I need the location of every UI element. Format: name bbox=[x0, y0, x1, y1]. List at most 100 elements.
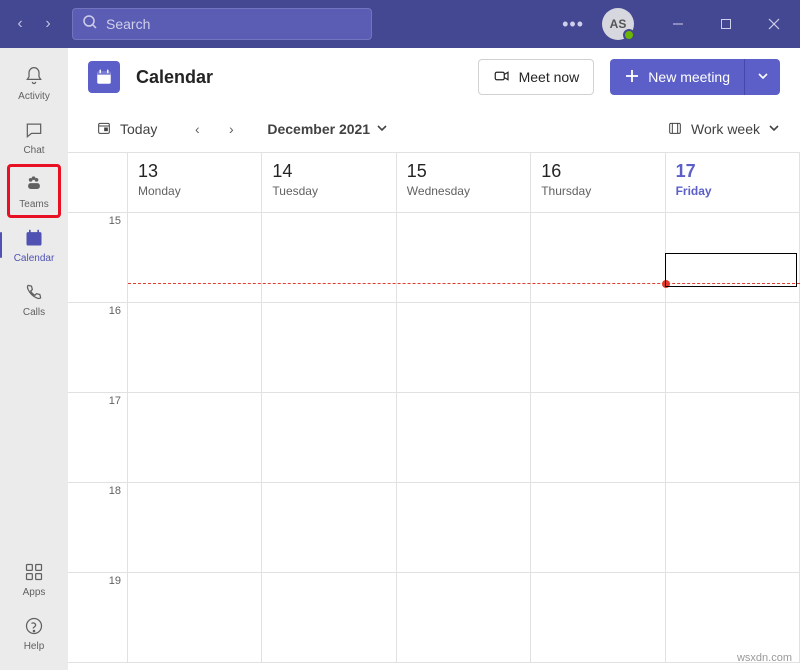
time-label: 15 bbox=[68, 213, 128, 303]
rail-item-teams[interactable]: Teams bbox=[7, 164, 61, 218]
history-nav: ‹ › bbox=[8, 12, 60, 36]
time-slot[interactable] bbox=[262, 393, 396, 483]
new-meeting-dropdown[interactable] bbox=[744, 59, 780, 95]
new-meeting-button[interactable]: New meeting bbox=[610, 59, 744, 95]
time-slot[interactable] bbox=[666, 303, 800, 393]
today-label: Today bbox=[120, 121, 157, 137]
calendar-grid: 13Monday 14Tuesday 15Wednesday 16Thursda… bbox=[68, 152, 800, 670]
day-header[interactable]: 14Tuesday bbox=[262, 153, 396, 213]
time-slot[interactable] bbox=[128, 483, 262, 573]
calendar-toolbar: Today ‹ › December 2021 Work week bbox=[68, 106, 800, 152]
prev-week-button[interactable]: ‹ bbox=[183, 115, 211, 143]
time-slot[interactable] bbox=[531, 483, 665, 573]
week-view-icon bbox=[667, 120, 683, 139]
close-button[interactable] bbox=[756, 8, 792, 40]
time-slot[interactable] bbox=[531, 393, 665, 483]
rail-item-label: Chat bbox=[23, 145, 44, 156]
time-slot[interactable] bbox=[531, 213, 665, 303]
help-icon bbox=[22, 614, 46, 638]
time-slot[interactable] bbox=[128, 573, 262, 663]
time-label: 18 bbox=[68, 483, 128, 573]
view-switcher[interactable]: Work week bbox=[667, 120, 780, 139]
month-label: December 2021 bbox=[267, 121, 370, 137]
phone-icon bbox=[22, 280, 46, 304]
forward-button[interactable]: › bbox=[36, 12, 60, 36]
day-header-today[interactable]: 17Friday bbox=[666, 153, 800, 213]
rail-item-calendar[interactable]: Calendar bbox=[7, 218, 61, 272]
meet-now-button[interactable]: Meet now bbox=[478, 59, 595, 95]
search-input[interactable] bbox=[106, 16, 362, 32]
rail-item-calls[interactable]: Calls bbox=[7, 272, 61, 326]
avatar[interactable]: AS bbox=[602, 8, 634, 40]
month-picker[interactable]: December 2021 bbox=[267, 121, 388, 137]
time-slot[interactable] bbox=[531, 573, 665, 663]
main-content: Calendar Meet now New meeting bbox=[68, 48, 800, 670]
new-meeting-label: New meeting bbox=[648, 69, 730, 85]
avatar-initials: AS bbox=[610, 17, 627, 31]
maximize-button[interactable] bbox=[708, 8, 744, 40]
time-label: 16 bbox=[68, 303, 128, 393]
new-meeting-group: New meeting bbox=[610, 59, 780, 95]
rail-item-label: Teams bbox=[19, 199, 48, 210]
chevron-down-icon bbox=[376, 121, 388, 137]
time-slot[interactable] bbox=[262, 303, 396, 393]
rail-item-apps[interactable]: Apps bbox=[7, 552, 61, 606]
time-slot[interactable] bbox=[128, 393, 262, 483]
time-slot[interactable] bbox=[397, 213, 531, 303]
search-icon bbox=[82, 14, 98, 35]
bell-icon bbox=[22, 64, 46, 88]
rail-item-label: Apps bbox=[23, 587, 46, 598]
time-slot[interactable] bbox=[666, 483, 800, 573]
today-button[interactable]: Today bbox=[88, 116, 165, 143]
time-slot[interactable] bbox=[397, 393, 531, 483]
time-slot[interactable] bbox=[531, 303, 665, 393]
teams-icon bbox=[22, 172, 46, 196]
page-header: Calendar Meet now New meeting bbox=[68, 48, 800, 106]
rail-item-label: Calendar bbox=[14, 253, 55, 264]
rail-item-label: Help bbox=[24, 641, 45, 652]
meet-now-label: Meet now bbox=[519, 69, 580, 85]
calendar-icon bbox=[22, 226, 46, 250]
calendar-app-icon bbox=[88, 61, 120, 93]
watermark: wsxdn.com bbox=[737, 652, 792, 664]
more-menu[interactable]: ••• bbox=[562, 14, 584, 35]
view-label: Work week bbox=[691, 121, 760, 137]
day-header[interactable]: 15Wednesday bbox=[397, 153, 531, 213]
time-slot[interactable] bbox=[128, 303, 262, 393]
today-icon bbox=[96, 120, 112, 139]
rail-item-activity[interactable]: Activity bbox=[7, 56, 61, 110]
time-slot[interactable] bbox=[666, 573, 800, 663]
rail-item-label: Activity bbox=[18, 91, 50, 102]
day-header[interactable]: 13Monday bbox=[128, 153, 262, 213]
app-rail: Activity Chat Teams Calendar Calls Apps bbox=[0, 48, 68, 670]
minimize-button[interactable] bbox=[660, 8, 696, 40]
time-label: 17 bbox=[68, 393, 128, 483]
rail-item-label: Calls bbox=[23, 307, 45, 318]
time-slot[interactable] bbox=[128, 213, 262, 303]
presence-indicator bbox=[623, 29, 635, 41]
rail-item-help[interactable]: Help bbox=[7, 606, 61, 660]
time-slot[interactable] bbox=[262, 573, 396, 663]
time-slot[interactable] bbox=[397, 303, 531, 393]
grid-corner bbox=[68, 153, 128, 213]
time-slot[interactable] bbox=[262, 483, 396, 573]
time-slot[interactable] bbox=[397, 483, 531, 573]
titlebar: ‹ › ••• AS bbox=[0, 0, 800, 48]
video-icon bbox=[493, 67, 511, 88]
time-slot[interactable] bbox=[666, 213, 800, 303]
chat-icon bbox=[22, 118, 46, 142]
search-box[interactable] bbox=[72, 8, 372, 40]
plus-icon bbox=[624, 68, 640, 87]
rail-item-chat[interactable]: Chat bbox=[7, 110, 61, 164]
time-slot[interactable] bbox=[666, 393, 800, 483]
time-slot[interactable] bbox=[262, 213, 396, 303]
apps-icon bbox=[22, 560, 46, 584]
time-slot[interactable] bbox=[397, 573, 531, 663]
chevron-down-icon bbox=[757, 69, 769, 85]
back-button[interactable]: ‹ bbox=[8, 12, 32, 36]
next-week-button[interactable]: › bbox=[217, 115, 245, 143]
page-title: Calendar bbox=[136, 67, 213, 88]
time-label: 19 bbox=[68, 573, 128, 663]
chevron-down-icon bbox=[768, 121, 780, 137]
day-header[interactable]: 16Thursday bbox=[531, 153, 665, 213]
